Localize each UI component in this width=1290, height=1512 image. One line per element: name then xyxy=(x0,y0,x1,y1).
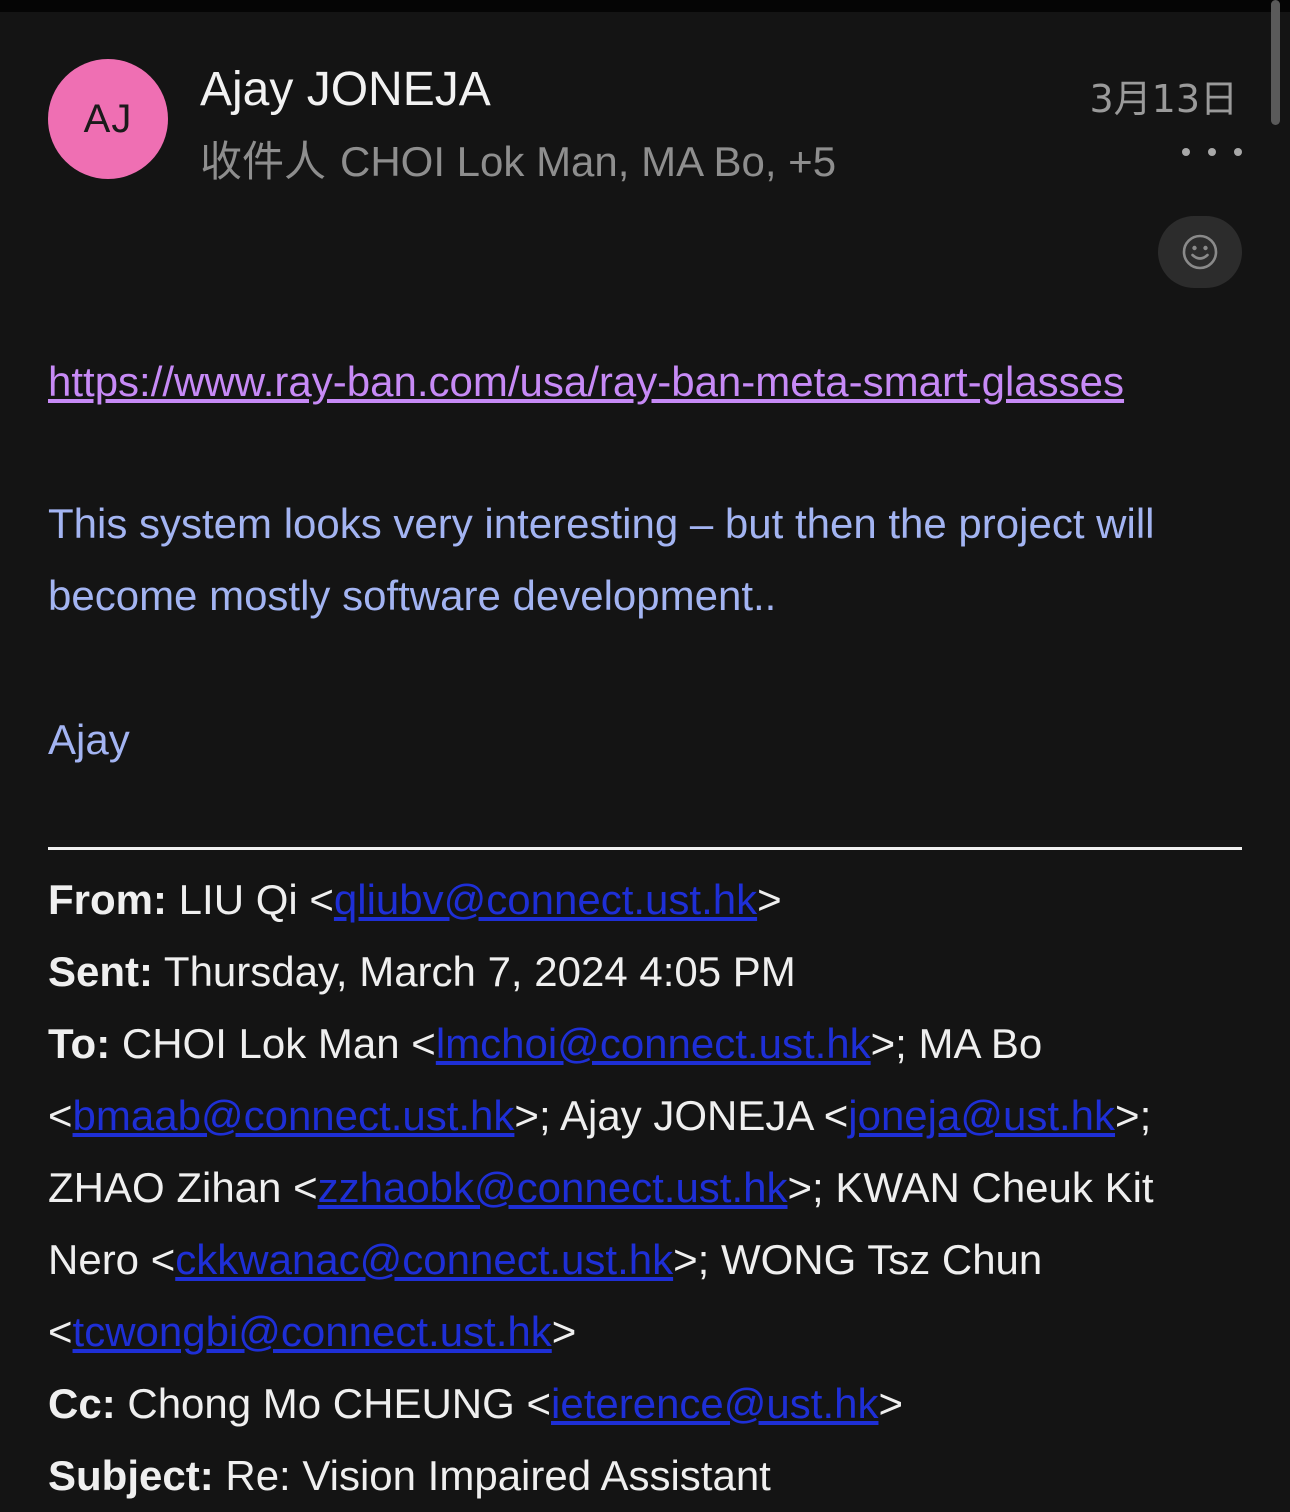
quoted-to-line: To: CHOI Lok Man <lmchoi@connect.ust.hk >… xyxy=(48,1008,1248,1368)
from-tail: > xyxy=(757,876,782,923)
to-recipient-email-link[interactable]: joneja@ust.hk xyxy=(848,1092,1115,1139)
quote-divider xyxy=(48,847,1242,850)
quoted-header: From: LIU Qi <qliubv@connect.ust.hk> Sen… xyxy=(48,864,1248,1512)
to-recipient-email-link[interactable]: bmaab@connect.ust.hk xyxy=(73,1092,515,1139)
quoted-sent-line: Sent: Thursday, March 7, 2024 4:05 PM xyxy=(48,936,1248,1008)
cc-label: Cc: xyxy=(48,1380,116,1427)
to-recipient-email-link[interactable]: lmchoi@connect.ust.hk xyxy=(436,1020,871,1067)
from-name: LIU Qi < xyxy=(167,876,334,923)
signature: Ajay xyxy=(48,716,130,763)
top-edge-bar xyxy=(0,0,1290,12)
quoted-cc-line: Cc: Chong Mo CHEUNG <ieterence@ust.hk> xyxy=(48,1368,1248,1440)
cc-tail: > xyxy=(878,1380,904,1427)
to-tail: > xyxy=(551,1308,577,1355)
sent-label: Sent: xyxy=(48,948,153,995)
to-label: 收件人 xyxy=(200,137,327,186)
to-recipient-name: CHOI Lok Man < xyxy=(110,1020,436,1067)
recipients-summary[interactable]: 收件人 CHOI Lok Man, MA Bo, +5 xyxy=(200,128,836,189)
to-recipient-email-link[interactable]: ckkwanac@connect.ust.hk xyxy=(175,1236,673,1283)
to-recipient-email-link[interactable]: tcwongbi@connect.ust.hk xyxy=(73,1308,552,1355)
quoted-from-line: From: LIU Qi <qliubv@connect.ust.hk> xyxy=(48,864,1248,936)
more-horizontal-icon-dot xyxy=(1208,148,1216,156)
to-header-label: To: xyxy=(48,1020,111,1067)
body-link[interactable]: https://www.ray-ban.com/usa/ray-ban-meta… xyxy=(48,346,1124,418)
message-date: 3月13日 xyxy=(1089,77,1238,121)
to-recipient-email-link[interactable]: zzhaobk@connect.ust.hk xyxy=(318,1164,788,1211)
smiley-face-icon xyxy=(1182,234,1218,270)
sender-avatar[interactable]: AJ xyxy=(48,59,168,179)
vertical-scrollbar[interactable] xyxy=(1271,0,1280,125)
cc-name: Chong Mo CHEUNG < xyxy=(115,1380,552,1427)
from-email-link[interactable]: qliubv@connect.ust.hk xyxy=(334,876,757,923)
more-horizontal-icon-dot xyxy=(1234,148,1242,156)
sender-name[interactable]: Ajay JONEJA xyxy=(200,62,491,117)
more-horizontal-icon-dot xyxy=(1182,148,1190,156)
quoted-subject-line: Subject: Re: Vision Impaired Assistant xyxy=(48,1440,1248,1512)
to-recipient-name: >; Ajay JONEJA < xyxy=(514,1092,849,1139)
avatar-initials: AJ xyxy=(83,96,133,141)
add-reaction-button[interactable] xyxy=(1158,216,1242,288)
recipients-list: CHOI Lok Man, MA Bo, +5 xyxy=(340,138,837,185)
cc-email-link[interactable]: ieterence@ust.hk xyxy=(551,1380,878,1427)
subject-label: Subject: xyxy=(48,1452,214,1499)
sent-value: Thursday, March 7, 2024 4:05 PM xyxy=(153,948,796,995)
from-label: From: xyxy=(48,876,167,923)
more-options-button[interactable] xyxy=(1182,134,1242,170)
subject-value: Re: Vision Impaired Assistant xyxy=(213,1452,771,1499)
message-paragraph: This system looks very interesting – but… xyxy=(48,500,1155,619)
